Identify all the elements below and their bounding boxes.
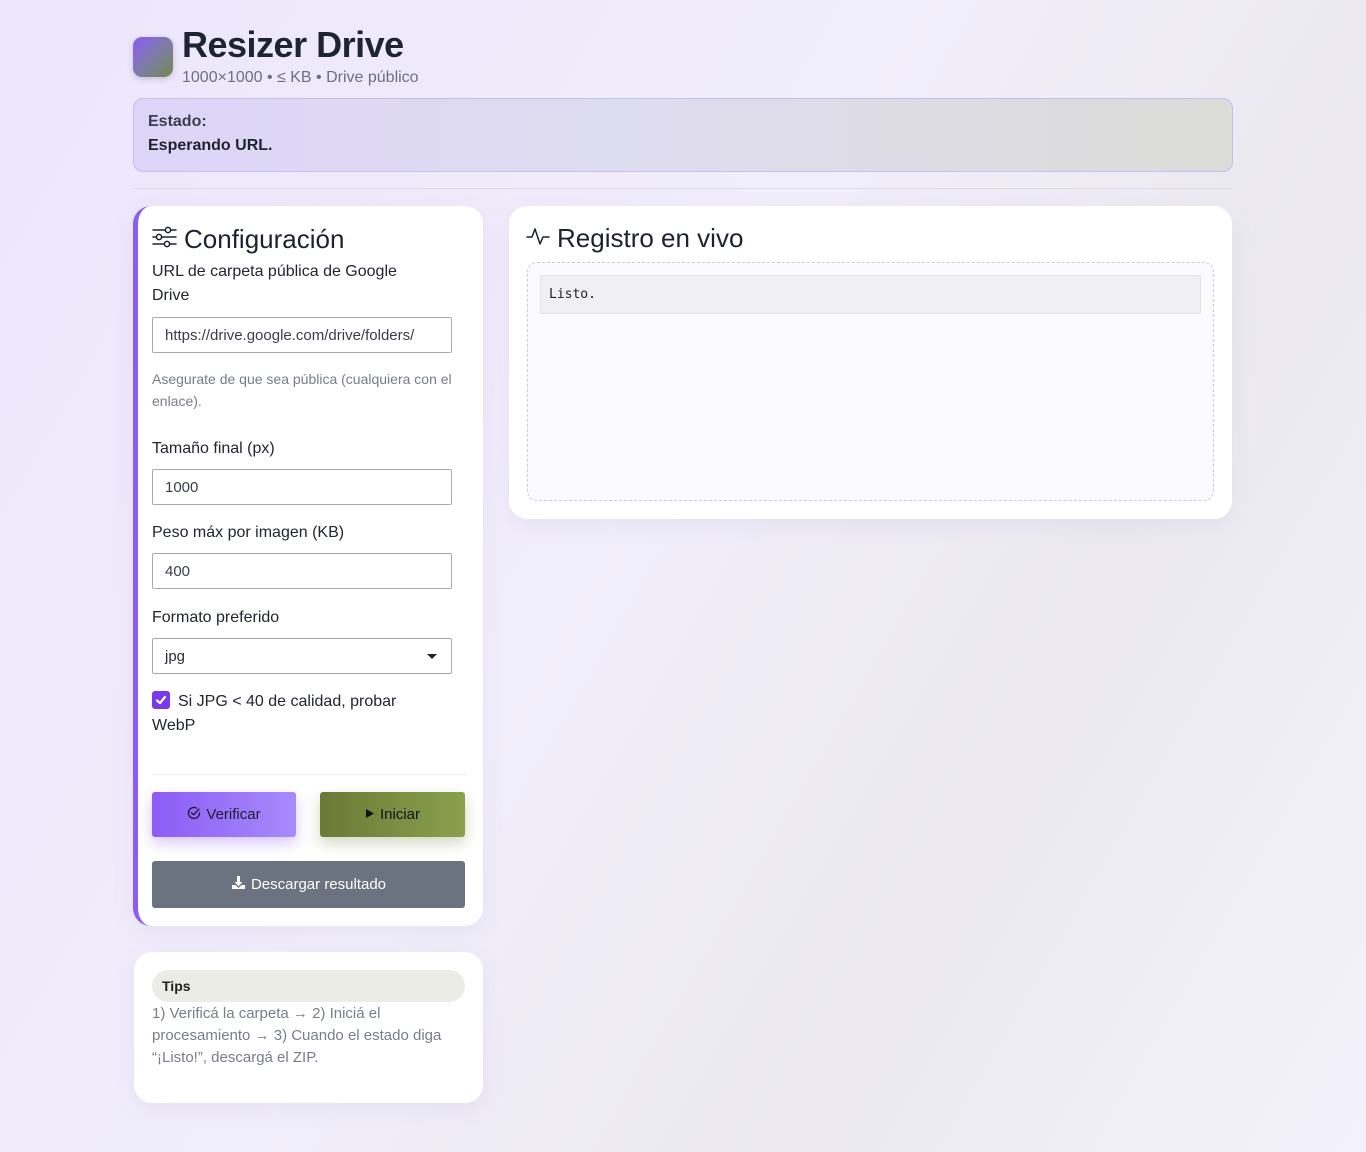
size-input[interactable] bbox=[152, 469, 452, 505]
webp-checkbox-label: Si JPG < 40 de calidad, probar WebP bbox=[152, 693, 397, 734]
download-button-label: Descargar resultado bbox=[250, 876, 387, 893]
start-button[interactable]: Iniciar bbox=[320, 792, 465, 837]
config-title: Configuración bbox=[152, 224, 466, 254]
chevron-down-icon bbox=[427, 653, 437, 659]
log-card: Registro en vivo Listo. bbox=[509, 206, 1232, 519]
verify-button-label: Verificar bbox=[206, 806, 261, 823]
app-logo bbox=[133, 37, 173, 77]
weight-label: Peso máx por imagen (KB) bbox=[152, 524, 345, 541]
app-header: Resizer Drive 1000×1000 • ≤ KB • Drive p… bbox=[133, 24, 1233, 90]
weight-input[interactable] bbox=[152, 553, 452, 589]
activity-icon bbox=[526, 223, 557, 254]
log-title: Registro en vivo bbox=[526, 223, 1215, 253]
app-title: Resizer Drive bbox=[182, 24, 404, 65]
url-input[interactable] bbox=[152, 317, 452, 353]
config-title-text: Configuración bbox=[184, 223, 345, 254]
verify-button[interactable]: Verificar bbox=[152, 792, 296, 837]
url-label: URL de carpeta pública de Google Drive bbox=[152, 263, 397, 304]
config-divider bbox=[152, 774, 466, 775]
tips-badge: Tips bbox=[152, 970, 465, 1002]
status-label: Estado: bbox=[148, 113, 207, 130]
status-value: Esperando URL. bbox=[148, 137, 273, 154]
app-subtitle: 1000×1000 • ≤ KB • Drive público bbox=[182, 69, 419, 86]
log-title-text: Registro en vivo bbox=[557, 222, 744, 253]
download-button[interactable]: Descargar resultado bbox=[152, 861, 465, 908]
format-label: Formato preferido bbox=[152, 609, 280, 626]
config-card: Configuración URL de carpeta pública de … bbox=[133, 206, 483, 926]
webp-checkbox[interactable] bbox=[152, 691, 170, 709]
tips-card: Tips 1) Verificá la carpeta → 2) Iniciá … bbox=[134, 952, 483, 1103]
url-hint: Asegurate de que sea pública (cualquiera… bbox=[152, 371, 452, 409]
check-circle-icon bbox=[187, 806, 206, 824]
download-icon bbox=[231, 875, 251, 894]
sliders-icon bbox=[152, 224, 184, 255]
format-select-value: jpg bbox=[165, 647, 186, 665]
log-entry: Listo. bbox=[540, 275, 1201, 314]
webp-option[interactable]: Si JPG < 40 de calidad, probar WebP bbox=[152, 690, 442, 738]
format-select[interactable]: jpg bbox=[152, 638, 452, 674]
tips-text: 1) Verificá la carpeta → 2) Iniciá el pr… bbox=[152, 1005, 442, 1066]
status-banner: Estado: Esperando URL. bbox=[133, 98, 1233, 172]
header-divider bbox=[133, 188, 1233, 189]
play-icon bbox=[365, 806, 380, 823]
log-panel: Listo. bbox=[527, 262, 1214, 501]
start-button-label: Iniciar bbox=[379, 806, 420, 823]
size-label: Tamaño final (px) bbox=[152, 440, 275, 457]
